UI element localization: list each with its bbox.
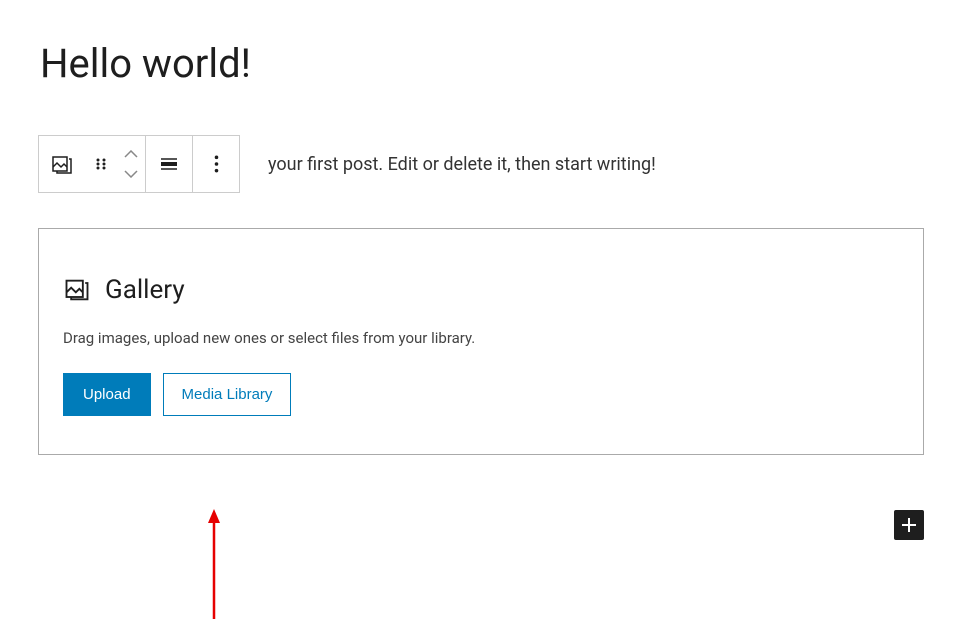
gallery-header: Gallery: [63, 275, 899, 305]
block-toolbar: [38, 135, 240, 193]
toolbar-group-align: [146, 136, 193, 192]
gallery-description: Drag images, upload new ones or select f…: [63, 329, 899, 347]
gallery-title: Gallery: [105, 275, 185, 305]
chevron-up-icon: [124, 150, 138, 158]
media-library-button[interactable]: Media Library: [163, 373, 292, 416]
annotation-arrow: [204, 509, 224, 619]
align-button[interactable]: [146, 136, 192, 192]
more-vertical-icon: [214, 154, 219, 174]
drag-icon: [93, 156, 109, 172]
drag-handle-icon[interactable]: [85, 136, 117, 192]
gallery-icon: [63, 276, 91, 304]
move-down-button[interactable]: [121, 164, 141, 184]
move-up-button[interactable]: [121, 144, 141, 164]
editor-content: your first post. Edit or delete it, then…: [0, 87, 962, 455]
block-mover: [117, 144, 145, 184]
plus-icon: [898, 514, 920, 536]
gallery-block-placeholder: Gallery Drag images, upload new ones or …: [38, 228, 924, 455]
add-block-button[interactable]: [894, 510, 924, 540]
align-icon: [159, 154, 179, 174]
toolbar-group-block: [39, 136, 146, 192]
chevron-down-icon: [124, 170, 138, 178]
gallery-actions: Upload Media Library: [63, 373, 899, 416]
upload-button[interactable]: Upload: [63, 373, 151, 416]
gallery-icon: [50, 152, 74, 176]
page-title[interactable]: Hello world!: [0, 0, 962, 87]
more-options-button[interactable]: [193, 136, 239, 192]
toolbar-group-more: [193, 136, 239, 192]
block-type-icon[interactable]: [39, 136, 85, 192]
